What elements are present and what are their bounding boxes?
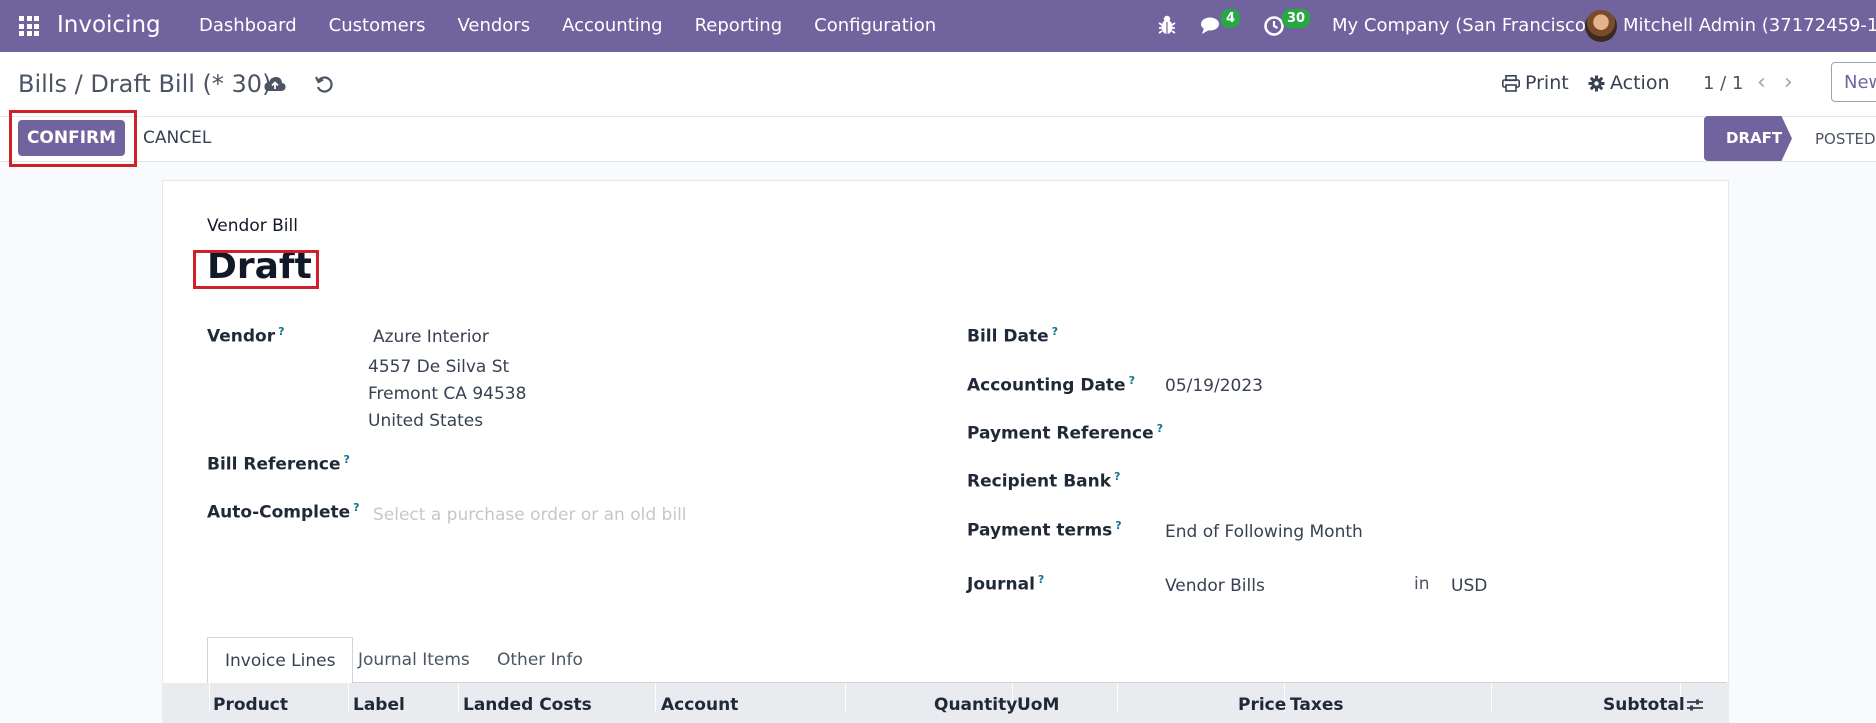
menu-item-configuration[interactable]: Configuration xyxy=(798,0,952,52)
menu-item-dashboard[interactable]: Dashboard xyxy=(183,0,313,52)
bill-reference-field[interactable] xyxy=(373,455,923,477)
column-header-uom[interactable]: UoM xyxy=(1017,695,1059,715)
column-header-account[interactable]: Account xyxy=(661,695,738,715)
main-menu: Dashboard Customers Vendors Accounting R… xyxy=(183,0,952,52)
discard-icon[interactable] xyxy=(314,74,334,94)
help-icon[interactable]: ? xyxy=(1115,519,1121,532)
help-icon[interactable]: ? xyxy=(1114,470,1120,483)
avatar[interactable] xyxy=(1585,10,1617,42)
column-header-price[interactable]: Price xyxy=(1238,695,1286,715)
chevron-right-icon[interactable]: › xyxy=(1784,70,1793,95)
column-header-landed-costs[interactable]: Landed Costs xyxy=(463,695,592,715)
vendor-field[interactable]: Azure Interior xyxy=(373,327,489,347)
journal-label: Journal? xyxy=(967,573,1045,595)
menu-item-reporting[interactable]: Reporting xyxy=(679,0,799,52)
column-header-taxes[interactable]: Taxes xyxy=(1290,695,1344,715)
confirm-highlight-box xyxy=(9,110,137,167)
messages-badge: 4 xyxy=(1221,9,1241,28)
apps-grid-icon[interactable] xyxy=(19,16,39,36)
column-separator xyxy=(1491,683,1492,713)
help-icon[interactable]: ? xyxy=(1052,325,1058,338)
help-icon[interactable]: ? xyxy=(353,501,359,514)
document-type: Vendor Bill xyxy=(207,216,298,236)
breadcrumb[interactable]: Bills / Draft Bill (* 30) xyxy=(18,70,271,98)
bill-date-label: Bill Date? xyxy=(967,325,1058,347)
menu-item-accounting[interactable]: Accounting xyxy=(546,0,679,52)
auto-complete-label: Auto-Complete? xyxy=(207,501,360,523)
column-header-subtotal[interactable]: Subtotal xyxy=(1603,695,1685,715)
action-button[interactable]: Action xyxy=(1588,72,1670,94)
company-switcher[interactable]: My Company (San Francisco) xyxy=(1332,15,1593,36)
column-separator xyxy=(348,683,349,713)
menu-item-vendors[interactable]: Vendors xyxy=(441,0,546,52)
column-separator xyxy=(1117,683,1118,713)
title-highlight-box xyxy=(193,250,319,289)
menu-item-customers[interactable]: Customers xyxy=(313,0,442,52)
in-label: in xyxy=(1414,574,1430,594)
new-button[interactable]: New xyxy=(1831,62,1876,102)
help-icon[interactable]: ? xyxy=(1038,573,1044,586)
tab-invoice-lines[interactable]: Invoice Lines xyxy=(207,637,354,683)
column-separator xyxy=(209,683,210,713)
user-menu[interactable]: Mitchell Admin (37172459-16-0 xyxy=(1623,15,1876,36)
chevron-left-icon[interactable]: ‹ xyxy=(1757,70,1766,95)
help-icon[interactable]: ? xyxy=(344,453,350,466)
help-icon[interactable]: ? xyxy=(278,325,284,338)
bill-date-field[interactable] xyxy=(1165,325,1705,347)
payment-reference-label: Payment Reference? xyxy=(967,422,1163,444)
vendor-label: Vendor? xyxy=(207,325,285,347)
bug-icon[interactable] xyxy=(1157,14,1177,36)
recipient-bank-field[interactable] xyxy=(1165,470,1705,492)
cancel-button[interactable]: CANCEL xyxy=(143,128,211,148)
stage-draft[interactable]: DRAFT xyxy=(1704,116,1792,161)
column-header-label[interactable]: Label xyxy=(353,695,405,715)
payment-terms-field[interactable]: End of Following Month xyxy=(1165,522,1363,542)
bill-reference-label: Bill Reference? xyxy=(207,453,350,475)
help-icon[interactable]: ? xyxy=(1157,422,1163,435)
app-name[interactable]: Invoicing xyxy=(57,12,161,38)
accounting-date-field[interactable]: 05/19/2023 xyxy=(1165,376,1263,396)
column-separator xyxy=(458,683,459,713)
control-panel: Bills / Draft Bill (* 30) Print Action 1… xyxy=(0,52,1876,116)
gear-icon xyxy=(1588,75,1605,91)
status-bar xyxy=(0,116,1876,162)
top-navbar: Invoicing Dashboard Customers Vendors Ac… xyxy=(0,0,1876,52)
cloud-save-icon[interactable] xyxy=(264,75,286,93)
payment-reference-field[interactable] xyxy=(1165,422,1705,444)
column-header-quantity[interactable]: Quantity xyxy=(934,695,1017,715)
print-button[interactable]: Print xyxy=(1502,72,1569,94)
action-label: Action xyxy=(1610,72,1670,94)
activities-badge: 30 xyxy=(1282,9,1311,28)
stage-posted[interactable]: POSTED xyxy=(1815,130,1876,148)
vendor-address-line: United States xyxy=(368,411,484,431)
column-header-product[interactable]: Product xyxy=(213,695,288,715)
tab-other-info[interactable]: Other Info xyxy=(497,637,583,683)
column-separator xyxy=(655,683,656,713)
payment-terms-label: Payment terms? xyxy=(967,519,1122,541)
journal-field[interactable]: Vendor Bills xyxy=(1165,576,1265,596)
printer-icon xyxy=(1502,74,1520,92)
auto-complete-input[interactable]: Select a purchase order or an old bill xyxy=(373,505,687,525)
tab-journal-items[interactable]: Journal Items xyxy=(358,637,470,683)
vendor-address-line: 4557 De Silva St xyxy=(368,357,510,377)
currency-field[interactable]: USD xyxy=(1451,576,1487,596)
print-label: Print xyxy=(1525,72,1569,94)
pager-value[interactable]: 1 / 1 xyxy=(1703,73,1743,94)
recipient-bank-label: Recipient Bank? xyxy=(967,470,1121,492)
column-separator xyxy=(845,683,846,713)
accounting-date-label: Accounting Date? xyxy=(967,374,1135,396)
help-icon[interactable]: ? xyxy=(1129,374,1135,387)
vendor-address-line: Fremont CA 94538 xyxy=(368,384,527,404)
